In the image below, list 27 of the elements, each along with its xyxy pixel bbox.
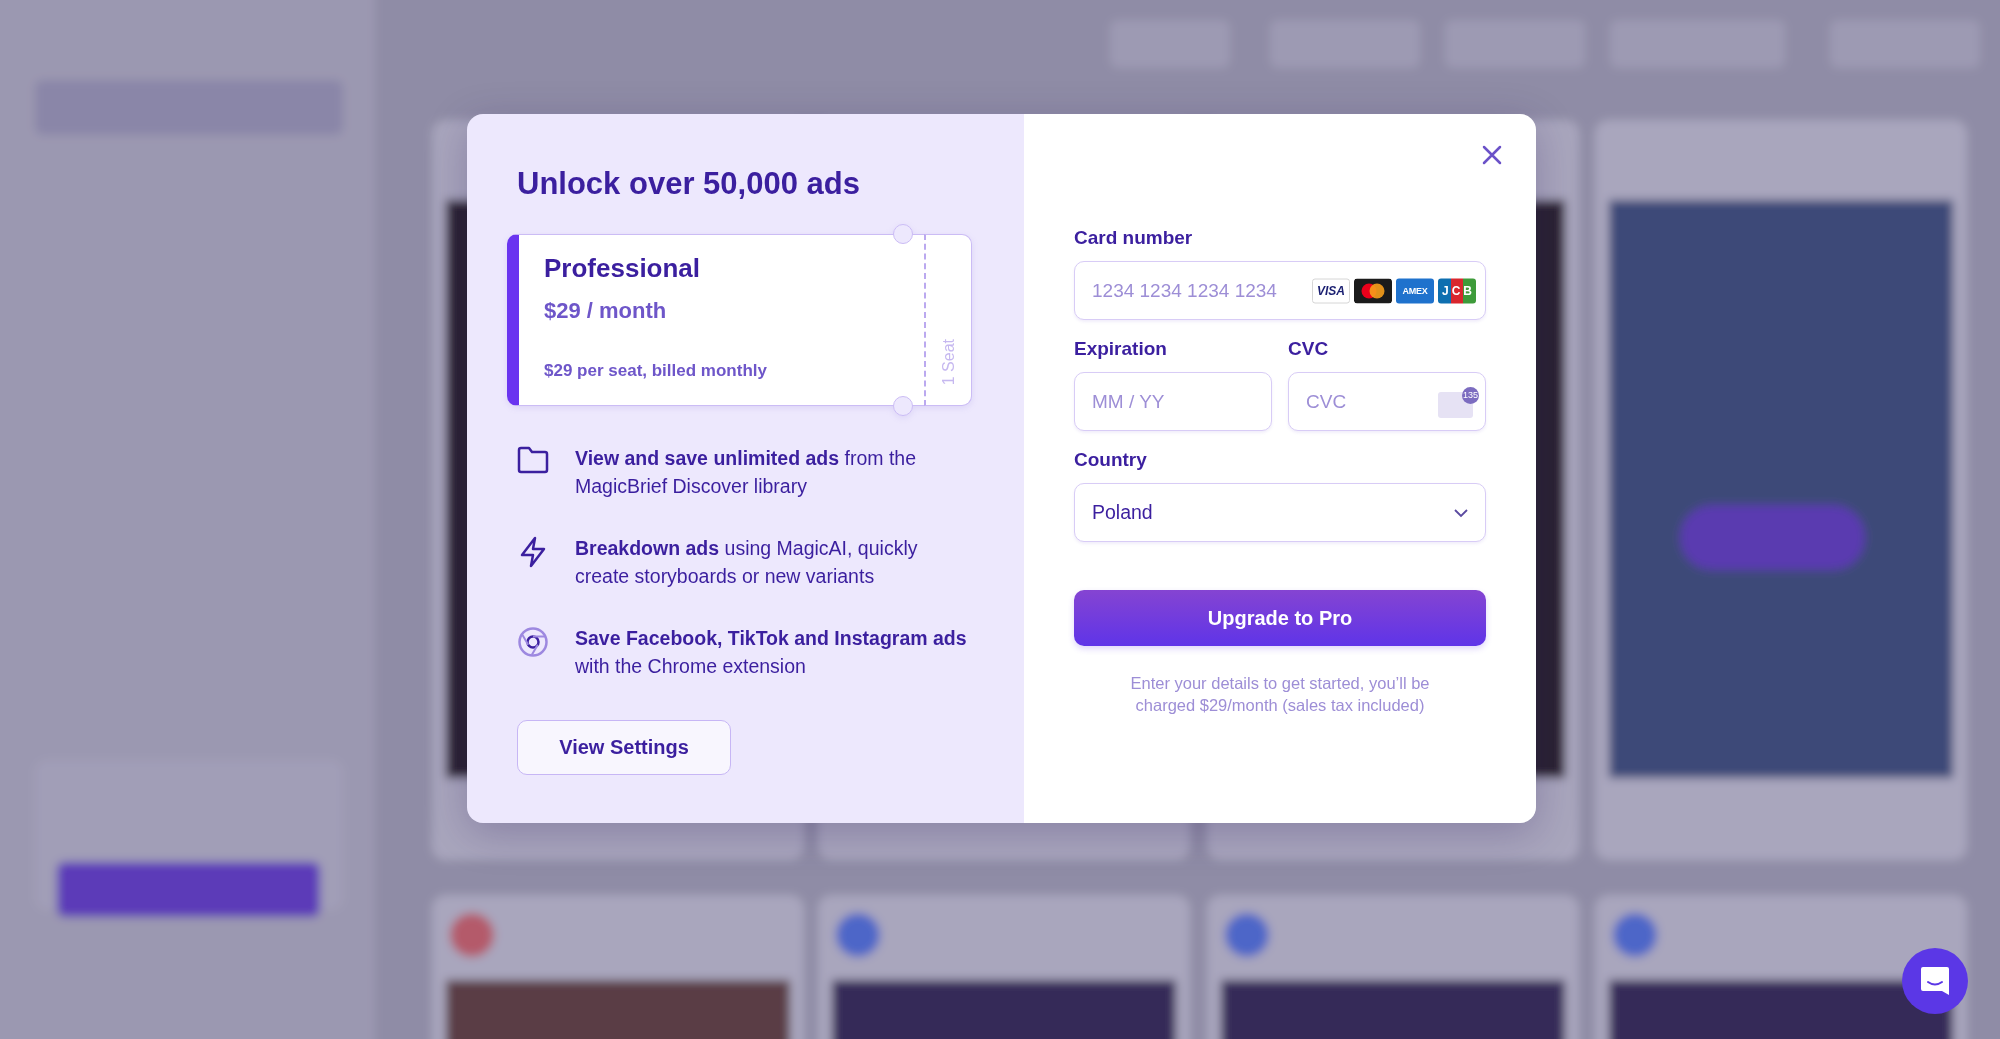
plan-name: Professional [544, 252, 702, 285]
feature-text: Save Facebook, TikTok and Instagram ads with the Chrome extension [575, 626, 968, 679]
amex-logo: AMEX [1396, 278, 1434, 303]
visa-logo: VISA [1312, 278, 1350, 303]
seat-count: 1 Seat [938, 338, 958, 385]
jcb-logo: JCB [1438, 278, 1476, 303]
chat-bubble-icon [1919, 965, 1951, 997]
card-number-label: Card number [1074, 226, 1194, 250]
country-label: Country [1074, 448, 1148, 472]
view-settings-button[interactable]: View Settings [517, 720, 731, 775]
folder-icon [517, 446, 549, 474]
billing-text: $29 per seat, billed monthly [544, 361, 768, 381]
plan-price: $29 / month [544, 297, 668, 325]
feature-text: View and save unlimited ads from the MagicBrief Discover library [575, 446, 918, 499]
chevron-down-icon [1453, 507, 1469, 518]
chrome-icon [517, 626, 549, 658]
country-select[interactable]: Poland [1074, 483, 1486, 542]
cvc-label: CVC [1288, 337, 1330, 361]
billing-note: Enter your details to get started, you’ll be charged $29/month (sales tax included) [1129, 673, 1431, 716]
modal-title: Unlock over 50,000 ads [517, 165, 861, 203]
mastercard-logo [1354, 278, 1392, 303]
lightning-icon [519, 536, 547, 568]
expiration-field[interactable]: MM / YY [1074, 372, 1272, 431]
feature-text: Breakdown ads using MagicAI, quickly create storyboards or new variants [575, 536, 919, 589]
expiration-label: Expiration [1074, 337, 1168, 361]
close-icon [1482, 145, 1502, 165]
upgrade-button[interactable]: Upgrade to Pro [1074, 590, 1486, 646]
